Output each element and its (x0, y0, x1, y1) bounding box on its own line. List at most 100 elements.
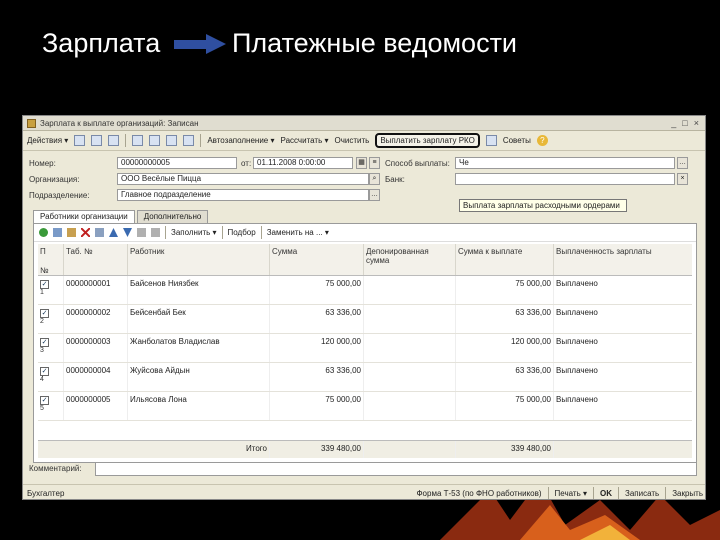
edit-row-icon[interactable] (67, 228, 76, 237)
cell-deposited (364, 305, 456, 333)
select-button[interactable]: Подбор (228, 228, 256, 237)
col-header-worker[interactable]: Работник (128, 244, 270, 275)
table-header: П № Таб. № Работник Сумма Депонированная… (38, 244, 692, 276)
payment-method-field[interactable]: Че (455, 157, 675, 169)
copy-row-icon[interactable] (53, 228, 62, 237)
organization-label: Организация: (29, 175, 80, 184)
date-field[interactable]: 01.11.2008 0:00:00 (253, 157, 353, 169)
tab-employees[interactable]: Работники организации (33, 210, 135, 223)
cell-worker: Ильясова Лона (128, 392, 270, 420)
table-row[interactable]: ✓ 1 0000000001 Байсенов Ниязбек 75 000,00… (38, 276, 692, 305)
structure-icon[interactable] (166, 135, 178, 146)
cell-to-pay: 75 000,00 (456, 276, 554, 304)
organization-field[interactable]: ООО Весёлые Пицца (117, 173, 369, 185)
report-icon[interactable] (183, 135, 195, 146)
bank-field[interactable] (455, 173, 675, 185)
cell-sum: 63 336,00 (270, 363, 364, 391)
cell-status: Выплачено (556, 337, 598, 346)
slide-header: Зарплата Платежные ведомости (0, 0, 720, 110)
table-row[interactable]: ✓ 4 0000000004 Жуйсова Айдын 63 336,00 63… (38, 363, 692, 392)
move-down-icon[interactable] (123, 228, 132, 237)
breadcrumb-from: Зарплата (42, 28, 161, 58)
table-row[interactable]: ✓ 3 0000000003 Жанболатов Владислав 120 0… (38, 334, 692, 363)
sort-asc-icon[interactable] (137, 228, 146, 237)
cell-status: Выплачено (556, 279, 598, 288)
post-icon[interactable] (132, 135, 144, 146)
comment-label: Комментарий: (29, 464, 82, 473)
col-header-payment-status[interactable]: Выплаченность зарплаты (554, 244, 692, 275)
cell-sum: 63 336,00 (270, 305, 364, 333)
print-form-link[interactable]: Форма Т-53 (по ФНО работников) (416, 489, 541, 498)
col-header-sum[interactable]: Сумма (270, 244, 364, 275)
cell-status: Выплачено (556, 308, 598, 317)
document-icon (27, 118, 36, 128)
sort-desc-icon[interactable] (151, 228, 160, 237)
autofill-menu[interactable]: Автозаполнение ▾ (207, 136, 274, 145)
delete-row-icon[interactable] (81, 228, 90, 237)
close-button[interactable]: Закрыть (672, 489, 703, 498)
actions-menu[interactable]: Действия ▾ (27, 136, 68, 145)
save-button[interactable]: Записать (625, 489, 659, 498)
help-icon[interactable]: ? (536, 135, 548, 146)
document-window: Зарплата к выплате организаций: Записан … (22, 115, 706, 500)
row-checkbox[interactable]: ✓ (40, 367, 49, 376)
organization-search-icon[interactable]: ⌕ (369, 173, 380, 185)
department-field[interactable]: Главное подразделение (117, 189, 369, 201)
pay-salary-rko-button[interactable]: Выплатить зарплату РКО (375, 133, 480, 148)
cell-to-pay: 63 336,00 (456, 363, 554, 391)
col-header-deposited[interactable]: Депонированная сумма (364, 244, 456, 275)
print-menu[interactable]: Печать ▾ (555, 489, 587, 498)
row-number: 3 (40, 347, 44, 354)
end-edit-icon[interactable] (95, 228, 104, 237)
add-icon[interactable] (74, 135, 86, 146)
employees-panel: Заполнить ▾ Подбор Заменить на ... ▾ П №… (33, 223, 697, 463)
move-up-icon[interactable] (109, 228, 118, 237)
payment-method-select-icon[interactable]: … (677, 157, 688, 169)
copy-icon[interactable] (91, 135, 103, 146)
document-options-icon[interactable]: ≡ (369, 157, 380, 169)
table-footer: Итого 339 480,00 339 480,00 (38, 440, 692, 458)
ok-button[interactable]: OK (600, 489, 612, 498)
row-checkbox[interactable]: ✓ (40, 338, 49, 347)
cell-tab-number: 0000000003 (64, 334, 128, 362)
table-row[interactable]: ✓ 2 0000000002 Бейсенбай Бек 63 336,00 63… (38, 305, 692, 334)
fill-menu[interactable]: Заполнить ▾ (171, 228, 217, 237)
minimize-icon[interactable]: _ (671, 118, 676, 128)
col-header-tab-number[interactable]: Таб. № (64, 244, 128, 275)
date-picker-icon[interactable]: ▦ (356, 157, 367, 169)
department-select-icon[interactable]: … (369, 189, 380, 201)
row-number: 4 (40, 376, 44, 383)
fill-label: Заполнить (171, 228, 211, 237)
clear-button[interactable]: Очистить (335, 136, 370, 145)
bottom-bar: Бухгалтер Форма Т-53 (по ФНО работников)… (23, 484, 705, 499)
col-header-num: № (40, 266, 49, 275)
number-field[interactable]: 00000000005 (117, 157, 237, 169)
tab-strip: Работники организации Дополнительно (33, 209, 705, 223)
cell-tab-number: 0000000004 (64, 363, 128, 391)
row-checkbox[interactable]: ✓ (40, 396, 49, 405)
replace-menu[interactable]: Заменить на ... ▾ (267, 228, 329, 237)
maximize-icon[interactable]: □ (682, 118, 687, 128)
document-header-form: Номер: 00000000005 от: 01.11.2008 0:00:0… (23, 151, 705, 212)
unpost-icon[interactable] (149, 135, 161, 146)
row-number: 1 (40, 289, 44, 296)
print-label: Печать (554, 488, 581, 498)
tips-button[interactable]: Советы (503, 136, 531, 145)
col-header-to-pay[interactable]: Сумма к выплате (456, 244, 554, 275)
window-titlebar: Зарплата к выплате организаций: Записан … (23, 116, 705, 131)
bank-clear-icon[interactable]: × (677, 173, 688, 185)
edit-icon[interactable] (108, 135, 120, 146)
bank-label: Банк: (385, 175, 405, 184)
row-checkbox[interactable]: ✓ (40, 280, 49, 289)
cell-worker: Жанболатов Владислав (128, 334, 270, 362)
close-icon[interactable]: × (694, 118, 699, 128)
tips-icon[interactable] (485, 135, 497, 146)
table-row[interactable]: ✓ 5 0000000005 Ильясова Лона 75 000,00 75… (38, 392, 692, 421)
cell-to-pay: 75 000,00 (456, 392, 554, 420)
calculate-menu[interactable]: Рассчитать ▾ (281, 136, 329, 145)
row-checkbox[interactable]: ✓ (40, 309, 49, 318)
grid-toolbar: Заполнить ▾ Подбор Заменить на ... ▾ (34, 224, 696, 242)
tab-additional[interactable]: Дополнительно (136, 210, 209, 223)
add-row-icon[interactable] (39, 228, 48, 237)
comment-field[interactable] (95, 462, 697, 476)
